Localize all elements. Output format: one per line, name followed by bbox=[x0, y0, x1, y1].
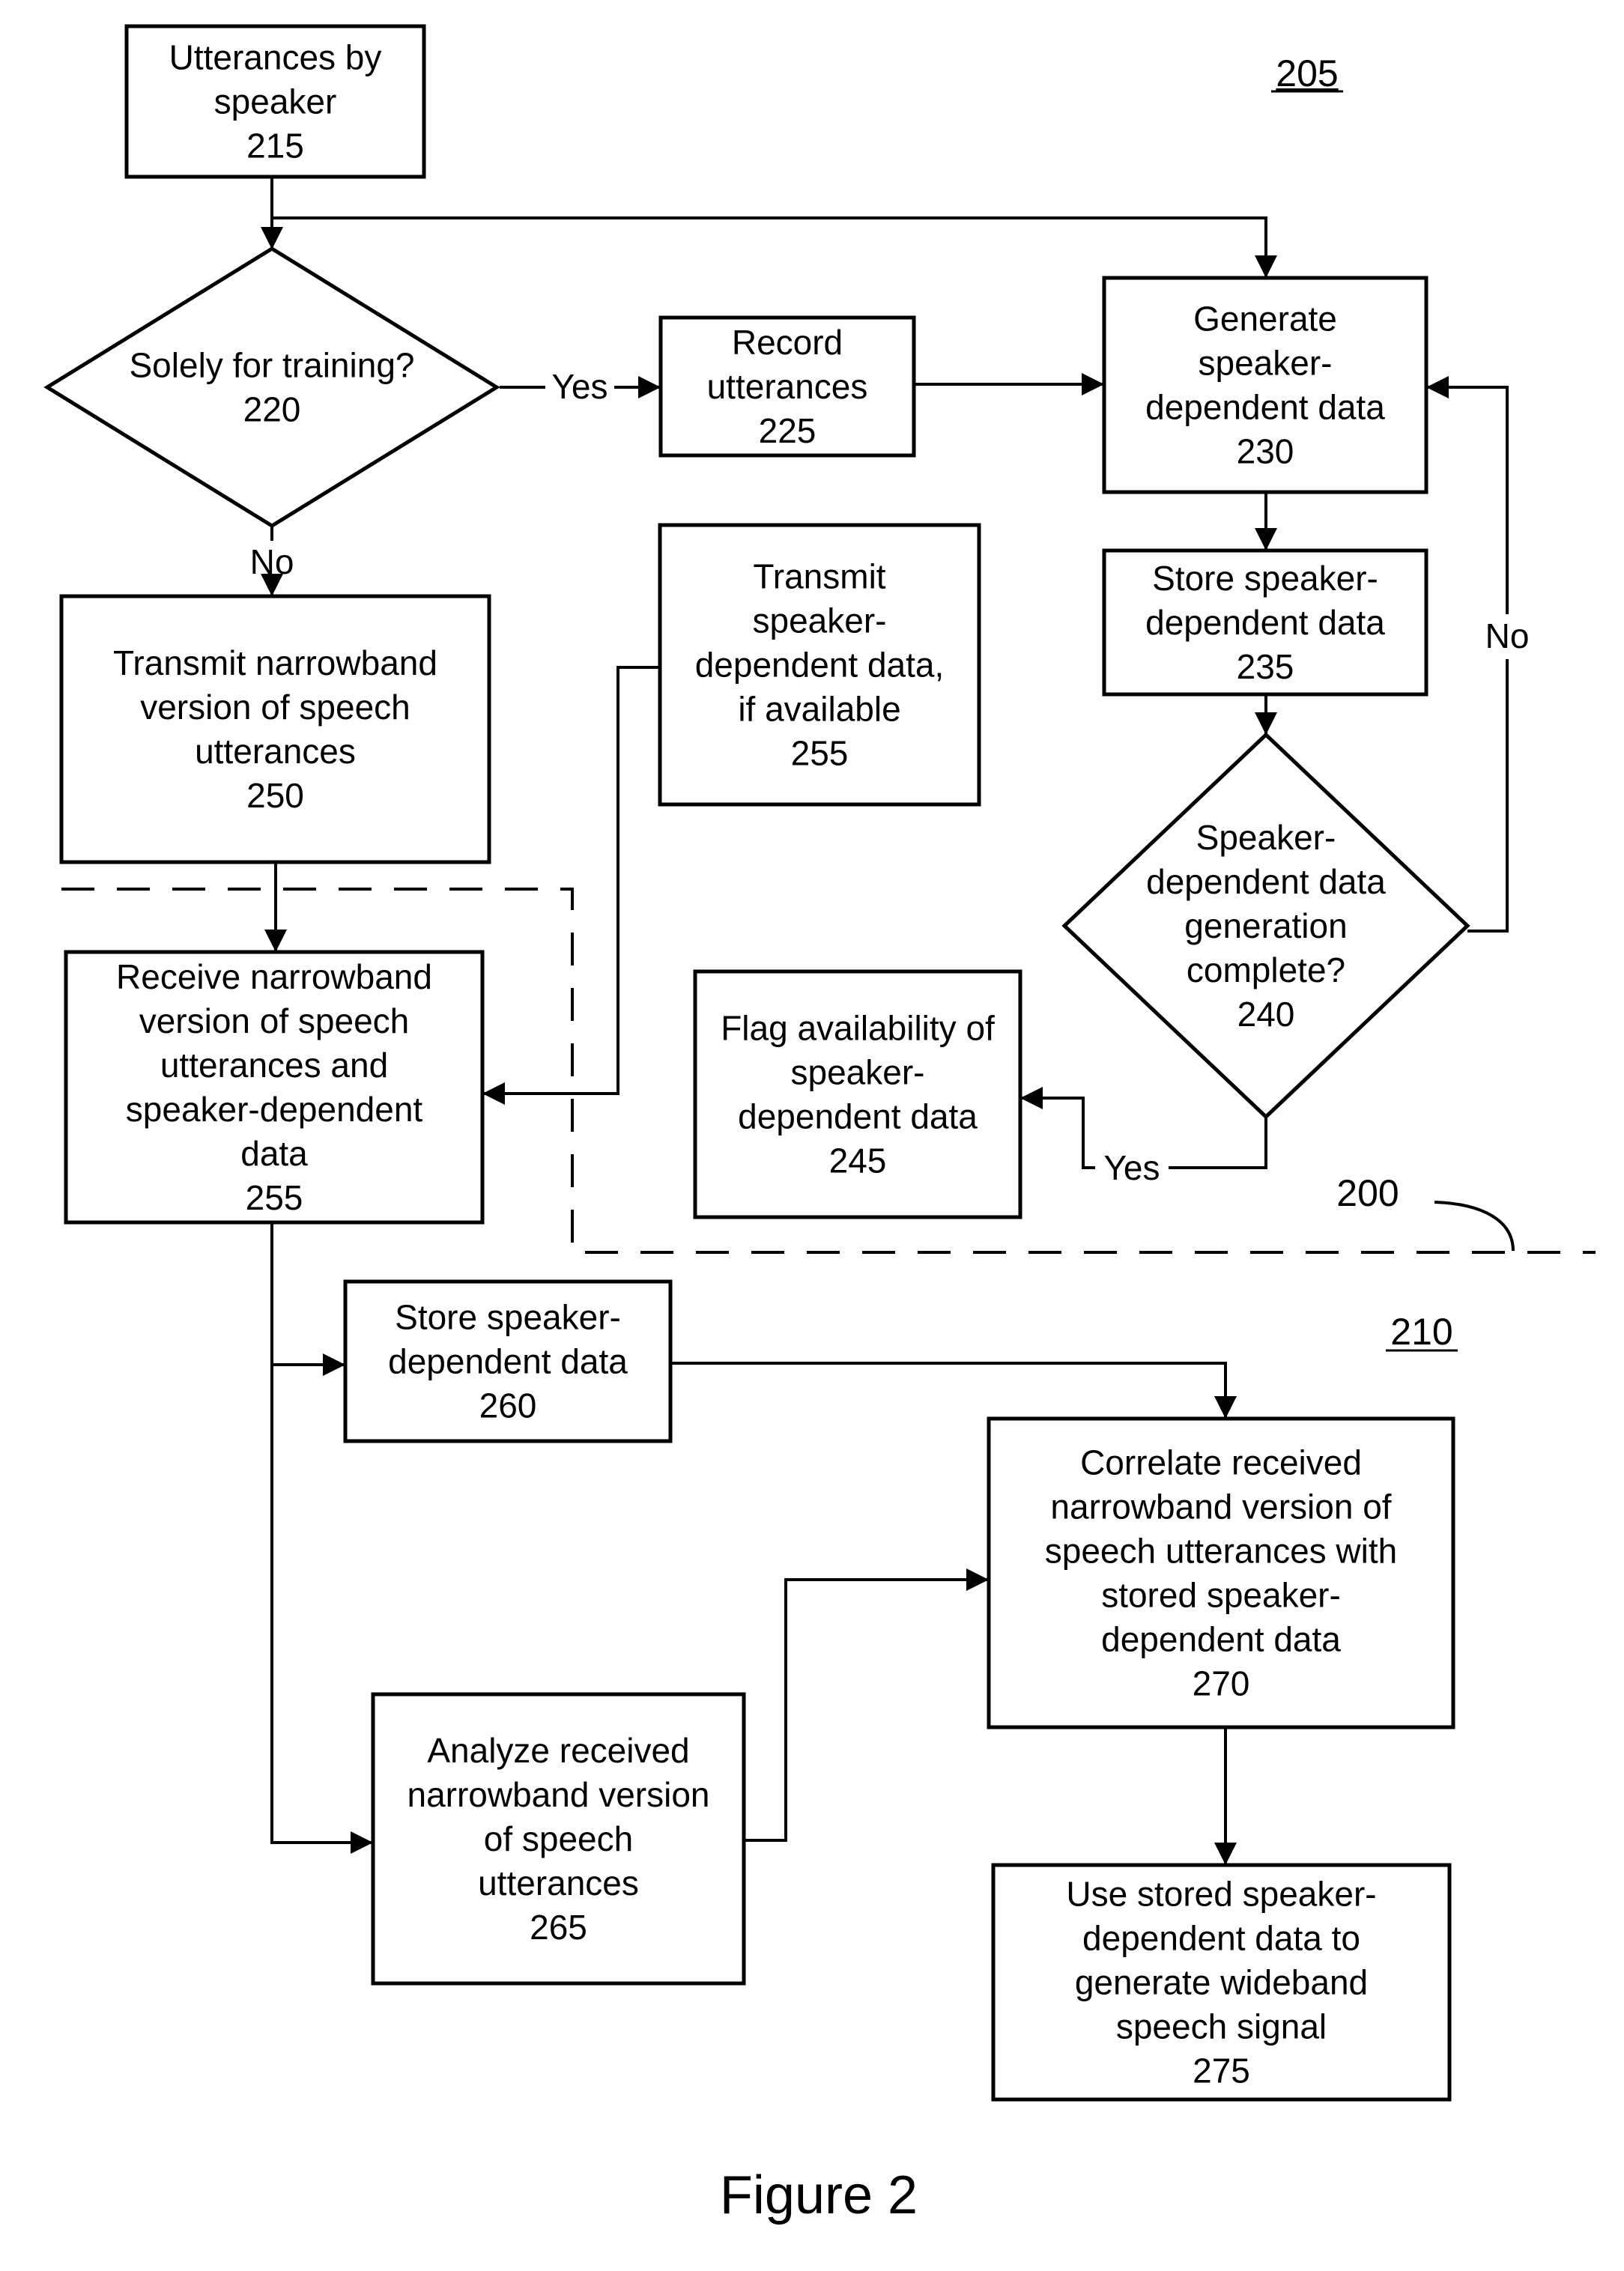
node-ref-number: 245 bbox=[829, 1141, 887, 1180]
decision-diamond bbox=[43, 246, 500, 528]
node-225: Record utterances 225 bbox=[658, 315, 916, 458]
node-ref-number: 235 bbox=[1237, 647, 1294, 686]
node-label-line: Speaker- bbox=[1196, 818, 1336, 857]
node-label-line: dependent data bbox=[388, 1342, 628, 1381]
node-ref-number: 265 bbox=[530, 1908, 587, 1947]
node-label-line: narrowband version bbox=[407, 1775, 709, 1814]
region-label-210: 210 bbox=[1390, 1311, 1452, 1353]
node-label-line: if available bbox=[738, 690, 900, 729]
edge-260-to-270 bbox=[670, 1362, 1237, 1419]
node-ref-number: 250 bbox=[246, 776, 304, 815]
node-label-line: utterances bbox=[478, 1864, 639, 1902]
boundary-label-200: 200 bbox=[1336, 1172, 1399, 1214]
node-ref-number: 225 bbox=[759, 411, 816, 450]
node-label-line: speaker- bbox=[791, 1053, 925, 1092]
edge-label-no-240: No bbox=[1485, 616, 1530, 655]
node-label-line: complete? bbox=[1187, 950, 1345, 989]
node-255t: Transmit speaker-dependent data, if availa… bbox=[658, 523, 981, 807]
node-label-line: Generate bbox=[1193, 300, 1337, 339]
node-265: Analyze received narrowband version of spe… bbox=[371, 1692, 746, 1986]
node-260: Store speaker-dependent data 260 bbox=[343, 1279, 673, 1443]
node-ref-number: 255 bbox=[246, 1178, 303, 1217]
edge-255-transmit-to-255-receive bbox=[482, 666, 660, 1105]
node-label-line: Receive narrowband bbox=[116, 957, 432, 996]
node-label-line: speaker- bbox=[753, 601, 887, 640]
node-label-line: of speech bbox=[484, 1819, 633, 1858]
node-label-line: dependent data bbox=[1101, 1620, 1341, 1659]
node-label-line: generate wideband bbox=[1075, 1963, 1368, 2002]
node-label-line: speaker bbox=[214, 82, 337, 121]
node-label-line: dependent data, bbox=[695, 646, 945, 685]
region-label-205: 205 bbox=[1276, 52, 1338, 94]
edge-240-to-230-upper bbox=[1426, 376, 1509, 614]
node-label-line: Store speaker- bbox=[395, 1298, 621, 1337]
edge-265-to-270 bbox=[744, 1568, 989, 1842]
node-label-line: dependent data to bbox=[1082, 1919, 1360, 1958]
node-215: Utterances by speaker 215 bbox=[124, 24, 426, 179]
node-label-line: utterances and bbox=[160, 1046, 388, 1085]
node-ref-number: 220 bbox=[243, 390, 301, 429]
edge-label-yes-220: Yes bbox=[551, 367, 608, 406]
node-label-line: dependent data bbox=[738, 1097, 978, 1136]
node-ref-number: 270 bbox=[1193, 1664, 1250, 1703]
edge-215-to-230 bbox=[272, 216, 1277, 278]
node-label-line: utterances bbox=[195, 732, 356, 771]
node-label-line: speech signal bbox=[1116, 2007, 1327, 2046]
node-label-line: data bbox=[240, 1134, 308, 1173]
node-label-line: Transmit narrowband bbox=[113, 643, 437, 682]
edge-240-to-245-right bbox=[1169, 1117, 1267, 1169]
flowchart: Yes No No Yes 205 210 200 Utterances by s… bbox=[43, 24, 1596, 2225]
node-label-line: dependent data bbox=[1145, 603, 1385, 642]
node-255r: Receive narrowband version of speech utter… bbox=[64, 950, 485, 1225]
node-label-line: Transmit bbox=[753, 557, 885, 596]
node-label-line: speaker-dependent bbox=[126, 1090, 423, 1129]
node-label-line: utterances bbox=[707, 367, 868, 406]
node-ref-number: 215 bbox=[246, 127, 304, 166]
node-label-line: Use stored speaker- bbox=[1066, 1875, 1376, 1914]
node-label-line: dependent data bbox=[1145, 388, 1385, 427]
node-label-line: speaker- bbox=[1199, 344, 1333, 383]
node-label-line: Analyze received bbox=[427, 1731, 689, 1770]
node-240: Speaker-dependent data generation complete… bbox=[1061, 732, 1470, 1120]
node-245: Flag availability of speaker-dependent da… bbox=[693, 969, 1022, 1219]
node-label-line: stored speaker- bbox=[1101, 1576, 1341, 1615]
edge-label-yes-240: Yes bbox=[1103, 1148, 1160, 1187]
figure-caption: Figure 2 bbox=[720, 2165, 918, 2225]
node-label-line: narrowband version of bbox=[1050, 1488, 1391, 1526]
node-ref-number: 255 bbox=[791, 734, 849, 773]
node-ref-number: 275 bbox=[1193, 2052, 1250, 2090]
node-label-line: version of speech bbox=[140, 688, 410, 727]
node-label-line: Solely for training? bbox=[130, 346, 415, 385]
node-label-line: dependent data bbox=[1146, 862, 1386, 901]
node-label-line: Record bbox=[732, 323, 843, 362]
node-label-line: speech utterances with bbox=[1045, 1532, 1398, 1571]
edge-240-to-245-left bbox=[1020, 1087, 1095, 1169]
edge-label-no-220: No bbox=[250, 542, 294, 581]
node-label-line: generation bbox=[1184, 906, 1347, 945]
node-ref-number: 240 bbox=[1237, 995, 1295, 1034]
node-230: Generate speaker-dependent data 230 bbox=[1102, 276, 1428, 494]
process-box bbox=[59, 594, 491, 864]
node-ref-number: 260 bbox=[479, 1386, 537, 1425]
node-220: Solely for training? 220 bbox=[43, 246, 500, 528]
edge-240-to-230-lower bbox=[1467, 659, 1509, 933]
node-ref-number: 230 bbox=[1237, 432, 1294, 471]
node-270: Correlate received narrowband version of s… bbox=[987, 1416, 1455, 1729]
node-250: Transmit narrowband version of speech utte… bbox=[59, 594, 491, 864]
boundary-leader-line bbox=[1434, 1201, 1515, 1252]
node-label-line: Flag availability of bbox=[721, 1009, 995, 1048]
node-235: Store speaker-dependent data 235 bbox=[1102, 548, 1428, 697]
node-label-line: Utterances by bbox=[169, 38, 382, 77]
node-label-line: Correlate received bbox=[1080, 1443, 1362, 1482]
node-label-line: version of speech bbox=[139, 1001, 410, 1040]
node-label-line: Store speaker- bbox=[1152, 559, 1378, 598]
node-275: Use stored speaker-dependent data to gene… bbox=[991, 1863, 1452, 2102]
